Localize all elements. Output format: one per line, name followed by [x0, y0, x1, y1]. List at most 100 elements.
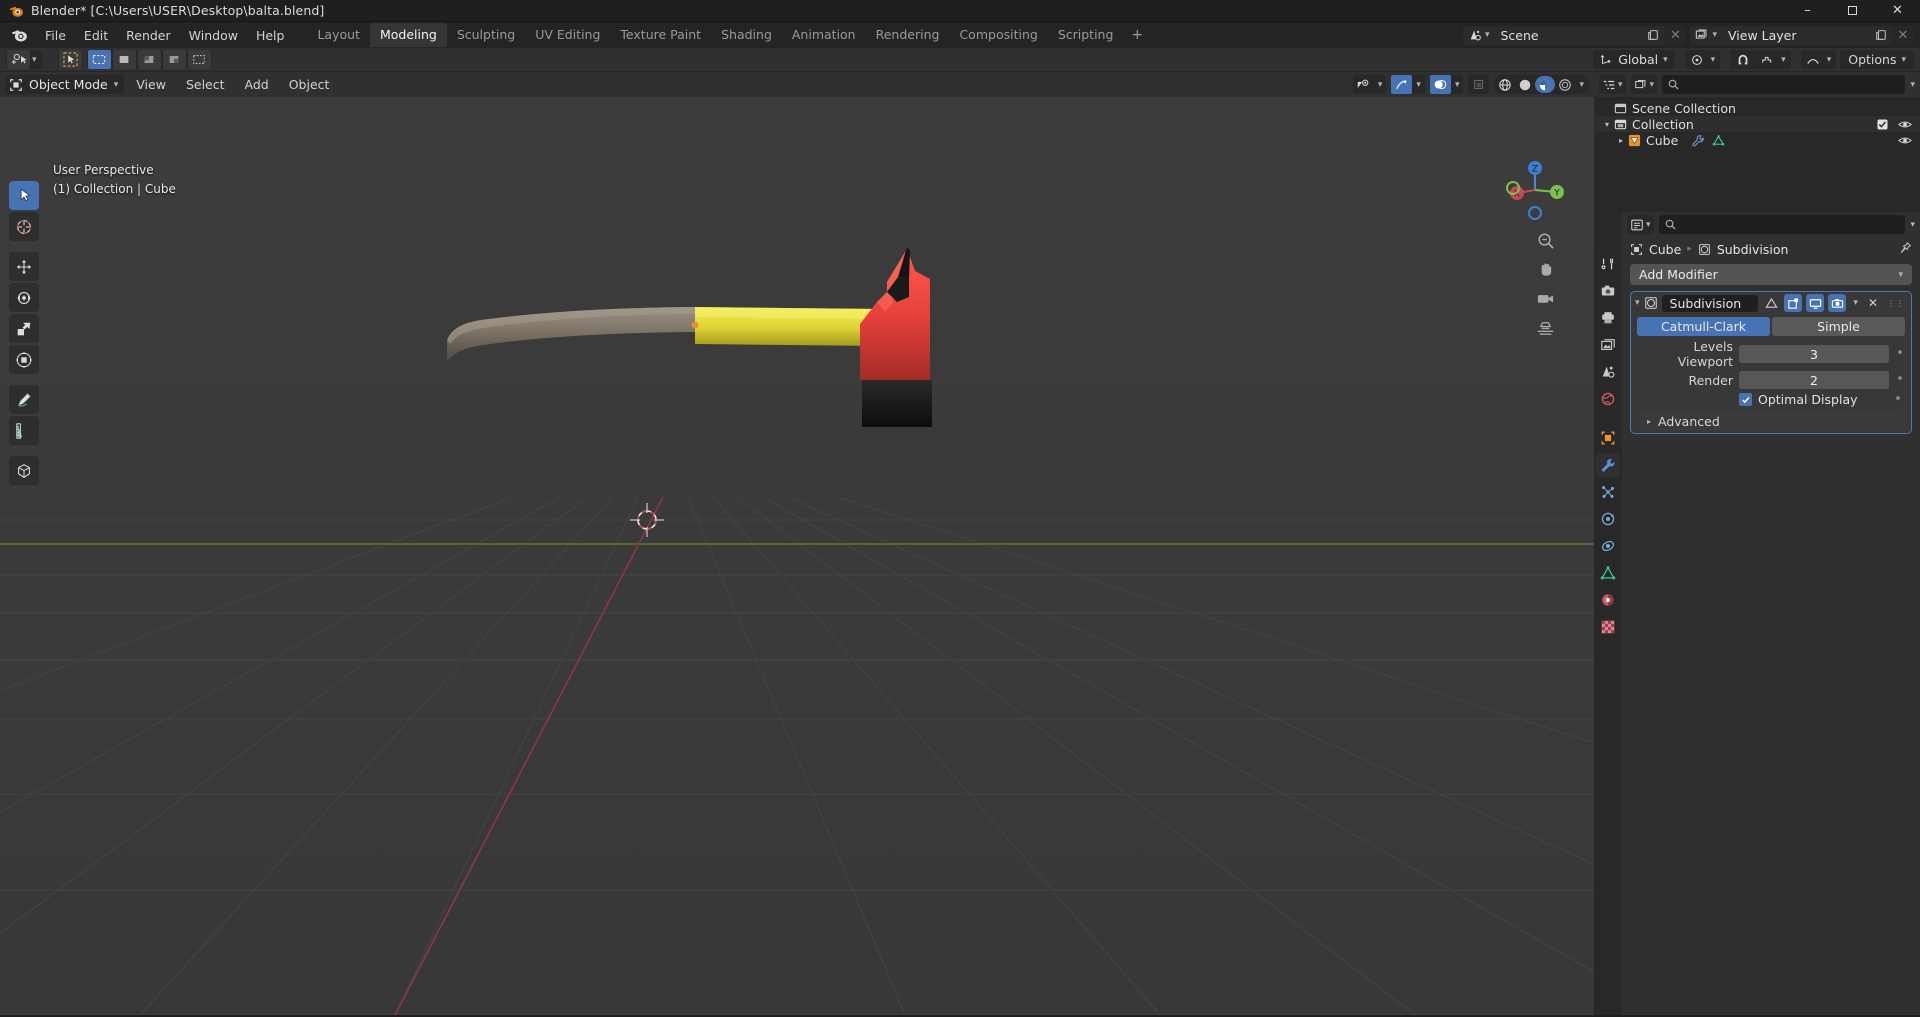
menu-edit[interactable]: Edit: [75, 25, 117, 46]
active-tool-icon-button[interactable]: [7, 50, 30, 69]
expand-triangle-cube[interactable]: ▸: [1614, 136, 1628, 145]
modifier-name-field[interactable]: Subdivision: [1661, 294, 1759, 312]
tool-add-cube[interactable]: [9, 456, 39, 485]
tool-transform[interactable]: [9, 345, 39, 374]
chevron-down-icon[interactable]: ▾: [1374, 80, 1387, 90]
menu-file[interactable]: File: [36, 25, 75, 46]
properties-tab-constraints[interactable]: [1596, 534, 1620, 558]
outliner-editor-type-button[interactable]: ▾: [1599, 75, 1626, 94]
modifier-edit-mode-toggle[interactable]: [1784, 294, 1803, 312]
properties-search-input[interactable]: [1658, 215, 1906, 234]
properties-tab-world[interactable]: [1596, 387, 1620, 411]
eye-icon[interactable]: [1898, 119, 1912, 130]
tool-measure[interactable]: [9, 416, 39, 445]
tweak-tool-button[interactable]: [58, 50, 82, 69]
outliner-row-cube[interactable]: ▸ Cube: [1594, 132, 1920, 148]
properties-tab-render[interactable]: [1596, 279, 1620, 303]
breadcrumb-object-label[interactable]: Cube: [1649, 242, 1681, 257]
toggle-xray-button[interactable]: [1468, 75, 1489, 94]
workspace-tab-rendering[interactable]: Rendering: [866, 23, 950, 47]
properties-tab-scene[interactable]: [1596, 360, 1620, 384]
show-overlays-button[interactable]: [1429, 75, 1451, 94]
snap-target-button[interactable]: [1756, 50, 1780, 69]
chevron-down-icon[interactable]: ▾: [1826, 55, 1837, 65]
chevron-down-icon[interactable]: ▾: [1451, 80, 1464, 90]
workspace-tab-animation[interactable]: Animation: [782, 23, 866, 47]
modifier-on-cage-toggle[interactable]: [1762, 294, 1780, 312]
properties-tab-material[interactable]: [1596, 588, 1620, 612]
menu-render[interactable]: Render: [117, 25, 180, 46]
navigation-gizmo[interactable]: Z Y X: [1504, 159, 1566, 221]
select-intersect-button[interactable]: [187, 50, 211, 69]
menu-help[interactable]: Help: [247, 25, 294, 46]
chevron-down-icon[interactable]: ▾: [1710, 55, 1721, 65]
viewport-menu-select[interactable]: Select: [178, 75, 233, 94]
pivot-point-button[interactable]: [1685, 50, 1709, 69]
outliner-search-input[interactable]: [1662, 75, 1906, 94]
tool-scale[interactable]: [9, 314, 39, 343]
outliner-row-collection[interactable]: ▾ Collection: [1594, 116, 1920, 132]
viewport-menu-view[interactable]: View: [128, 75, 174, 94]
shading-rendered-button[interactable]: [1555, 76, 1575, 93]
workspace-tab-shading[interactable]: Shading: [711, 23, 782, 47]
properties-tab-view-layer[interactable]: [1596, 333, 1620, 357]
pin-icon[interactable]: [1898, 241, 1912, 258]
modifier-delete-button[interactable]: ✕: [1865, 296, 1881, 310]
viewport-options-dropdown[interactable]: Options ▾: [1840, 50, 1914, 69]
workspace-tab-modeling[interactable]: Modeling: [369, 23, 447, 47]
levels-render-input[interactable]: 2: [1739, 371, 1889, 389]
zoom-button[interactable]: [1534, 229, 1556, 251]
properties-filter-chevron-icon[interactable]: ▾: [1910, 220, 1915, 230]
levels-render-animate-icon[interactable]: •: [1895, 373, 1905, 386]
optimal-display-checkbox[interactable]: [1739, 393, 1752, 406]
mesh-data-icon[interactable]: [1712, 134, 1725, 147]
modifier-extras-chevron-icon[interactable]: ▾: [1850, 298, 1861, 308]
tool-rotate[interactable]: [9, 283, 39, 312]
modifier-render-toggle[interactable]: [1828, 294, 1847, 312]
properties-tab-particles[interactable]: [1596, 480, 1620, 504]
viewport-menu-object[interactable]: Object: [281, 75, 338, 94]
blender-menu-logo-icon[interactable]: [10, 26, 28, 44]
shading-solid-button[interactable]: [1515, 76, 1535, 93]
close-button[interactable]: ✕: [1875, 0, 1920, 22]
scene-browse-button[interactable]: ▾: [1462, 25, 1493, 45]
modifier-realtime-toggle[interactable]: [1806, 294, 1825, 312]
optimal-display-animate-icon[interactable]: •: [1893, 393, 1903, 406]
workspace-tab-texture-paint[interactable]: Texture Paint: [610, 23, 711, 47]
object-type-visibility-button[interactable]: [1353, 75, 1374, 94]
outliner-display-mode-button[interactable]: ▾: [1630, 75, 1658, 94]
properties-tab-object[interactable]: [1596, 426, 1620, 450]
properties-tab-modifier[interactable]: [1596, 453, 1620, 477]
chevron-down-icon[interactable]: ▾: [1575, 80, 1588, 90]
properties-tab-data[interactable]: [1596, 561, 1620, 585]
workspace-tab-sculpting[interactable]: Sculpting: [447, 23, 525, 47]
snap-toggle-button[interactable]: [1731, 50, 1755, 69]
outliner-row-scene-collection[interactable]: Scene Collection: [1594, 100, 1920, 116]
pan-button[interactable]: [1534, 258, 1556, 280]
select-subtract-button[interactable]: [137, 50, 161, 69]
properties-tab-output[interactable]: [1596, 306, 1620, 330]
properties-editor-type-button[interactable]: ▾: [1627, 215, 1654, 234]
toggle-ortho-perspective-button[interactable]: [1534, 316, 1556, 338]
view-layer-name-field[interactable]: View Layer: [1720, 25, 1870, 45]
show-gizmo-button[interactable]: [1391, 75, 1413, 94]
workspace-tab-uv-editing[interactable]: UV Editing: [525, 23, 610, 47]
minimize-button[interactable]: –: [1785, 0, 1830, 22]
maximize-button[interactable]: [1830, 0, 1875, 22]
select-box-button[interactable]: [87, 50, 111, 69]
3d-viewport[interactable]: Object Mode ▾ View Select Add Object ▾ ▾…: [0, 72, 1594, 1015]
select-invert-button[interactable]: [162, 50, 186, 69]
modifier-drag-handle[interactable]: ⋮⋮: [1885, 299, 1907, 308]
camera-view-button[interactable]: [1534, 287, 1556, 309]
viewport-menu-add[interactable]: Add: [237, 75, 277, 94]
modifier-expand-triangle[interactable]: ▾: [1635, 298, 1640, 308]
new-view-layer-button[interactable]: [1870, 25, 1892, 45]
eye-icon[interactable]: [1898, 135, 1912, 146]
subdivision-type-catmull-clark[interactable]: Catmull-Clark: [1637, 317, 1770, 336]
chevron-down-icon[interactable]: ▾: [1412, 80, 1425, 90]
properties-tab-physics[interactable]: [1596, 507, 1620, 531]
add-modifier-button[interactable]: Add Modifier ▾: [1630, 264, 1912, 285]
tool-cursor[interactable]: [9, 212, 39, 241]
remove-view-layer-button[interactable]: ✕: [1892, 25, 1914, 45]
viewport-canvas[interactable]: User Perspective (1) Collection | Cube Z…: [0, 97, 1594, 1015]
